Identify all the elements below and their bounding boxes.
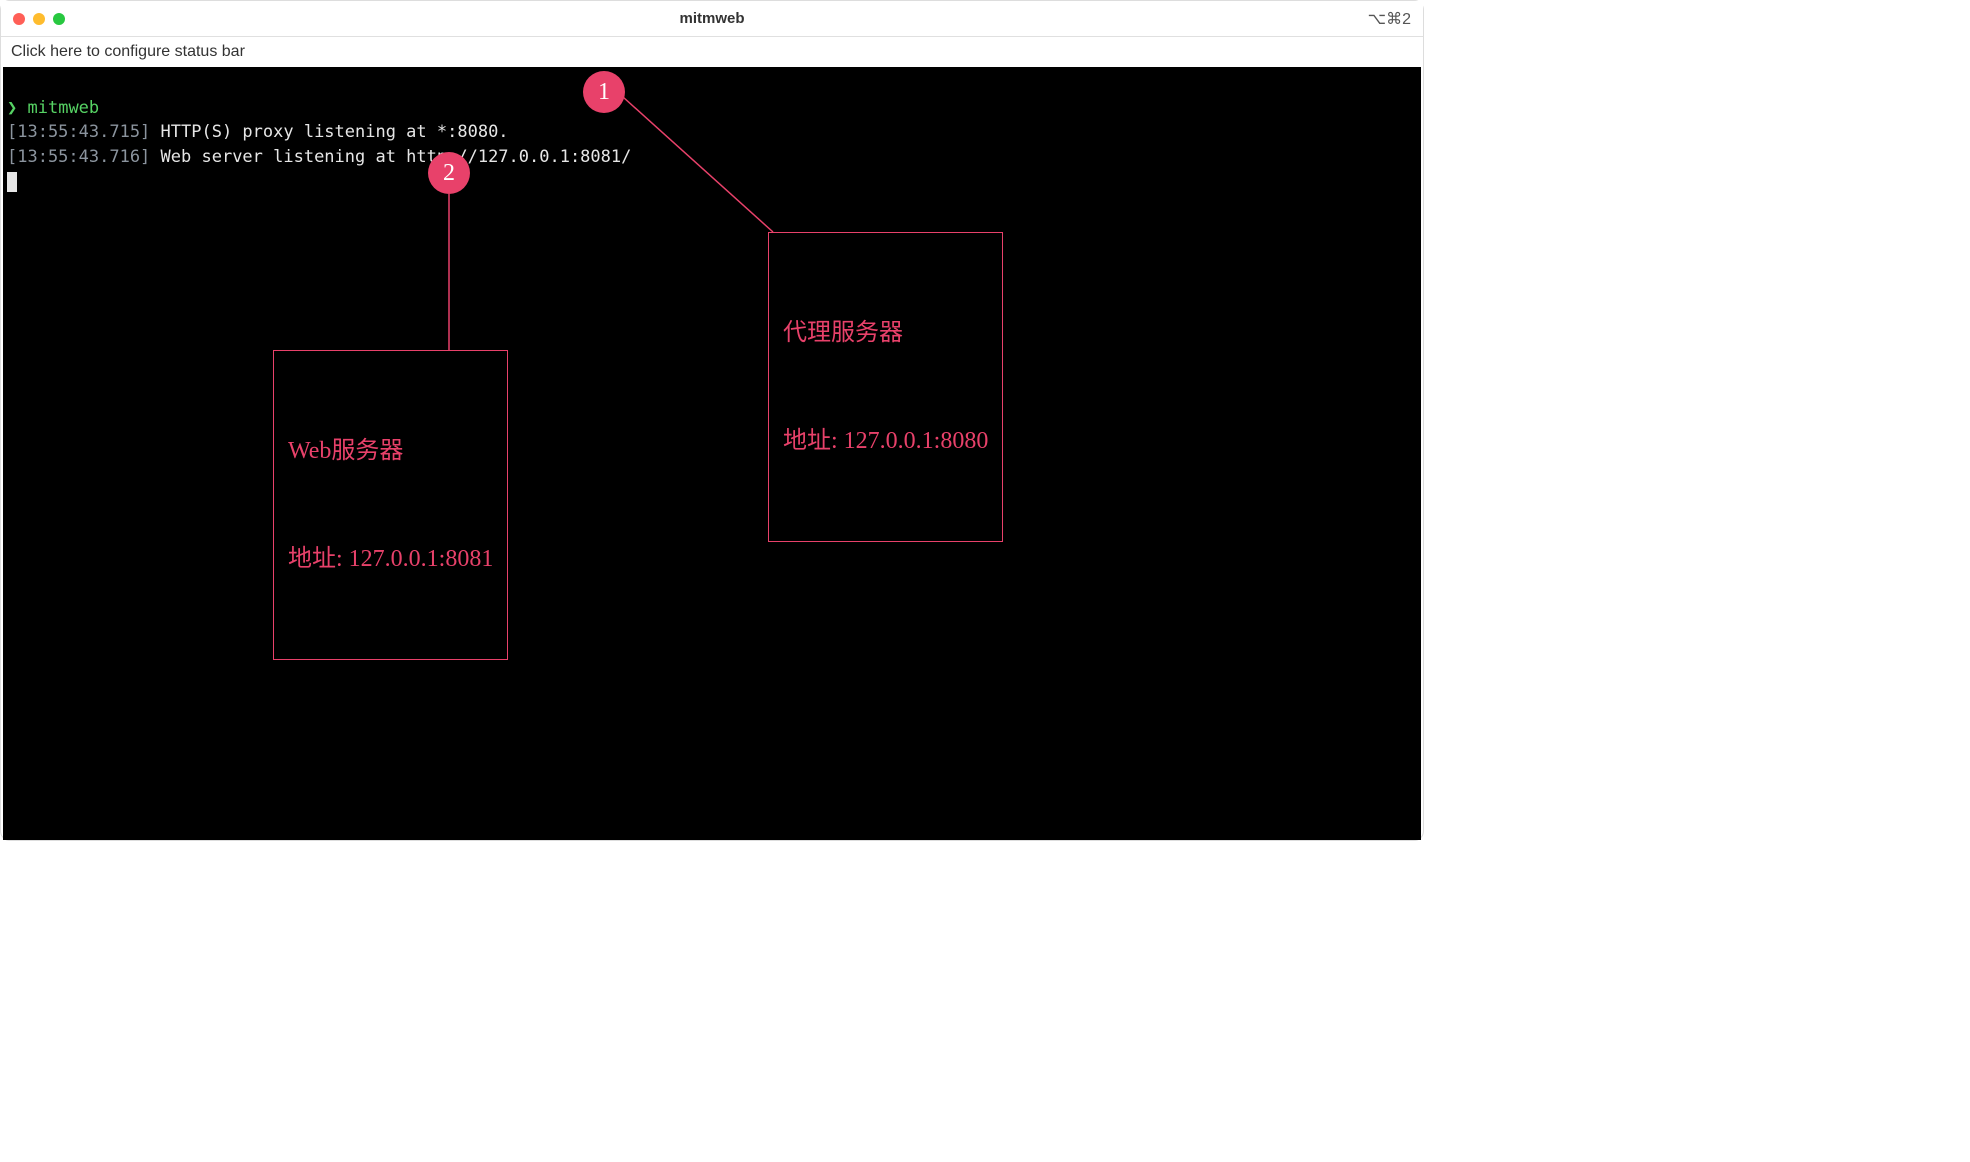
timestamp: [13:55:43.715]	[7, 122, 150, 142]
annotation-badge-1: 1	[583, 71, 625, 113]
traffic-lights	[13, 13, 65, 25]
close-window-button[interactable]	[13, 13, 25, 25]
status-bar[interactable]: Click here to configure status bar	[1, 37, 1423, 67]
timestamp: [13:55:43.716]	[7, 147, 150, 167]
annotation-box-proxy: 代理服务器 地址: 127.0.0.1:8080	[768, 232, 1003, 542]
annotation-badge-2: 2	[428, 152, 470, 194]
terminal-line: HTTP(S) proxy listening at *:8080.	[161, 122, 509, 142]
annotation-box-web: Web服务器 地址: 127.0.0.1:8081	[273, 350, 508, 660]
cursor	[7, 172, 17, 192]
prompt-command: mitmweb	[28, 98, 100, 118]
minimize-window-button[interactable]	[33, 13, 45, 25]
annotation-text: 地址: 127.0.0.1:8081	[288, 541, 493, 577]
annotation-text: Web服务器	[288, 433, 493, 469]
annotation-text: 代理服务器	[783, 315, 988, 351]
status-bar-text: Click here to configure status bar	[11, 43, 245, 61]
terminal[interactable]: ❯ mitmweb [13:55:43.715] HTTP(S) proxy l…	[3, 67, 1421, 840]
shortcut-indicator: ⌥⌘2	[1368, 9, 1411, 29]
annotation-lines	[3, 67, 1421, 840]
titlebar: mitmweb ⌥⌘2	[1, 1, 1423, 37]
window-title: mitmweb	[679, 10, 744, 27]
terminal-line: Web server listening at http://127.0.0.1…	[161, 147, 632, 167]
annotation-text: 地址: 127.0.0.1:8080	[783, 423, 988, 459]
prompt-symbol: ❯	[7, 98, 17, 118]
zoom-window-button[interactable]	[53, 13, 65, 25]
